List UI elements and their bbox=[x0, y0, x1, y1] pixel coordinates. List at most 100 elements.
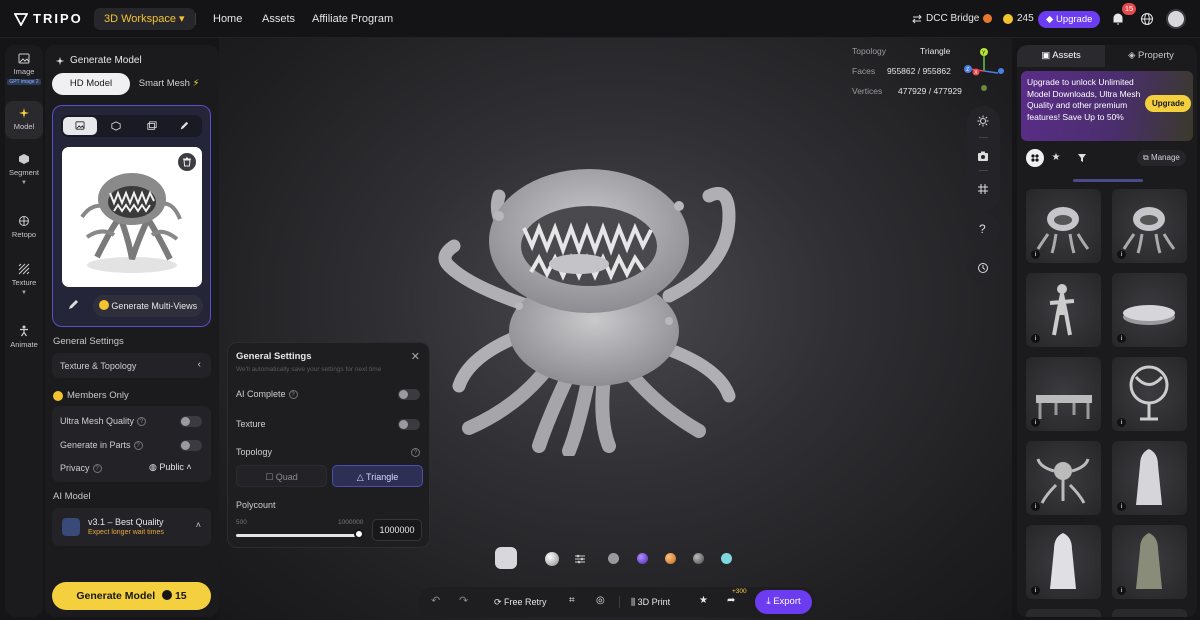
ai-complete-toggle[interactable] bbox=[398, 389, 420, 400]
info-icon[interactable]: i bbox=[1117, 586, 1126, 595]
asset-tile[interactable]: i bbox=[1026, 525, 1101, 599]
help-icon[interactable]: ? bbox=[92, 464, 102, 474]
credits-display[interactable]: 245 bbox=[1003, 13, 1034, 24]
matcap-dark-button[interactable] bbox=[693, 553, 704, 564]
share-icon[interactable]: ➦ bbox=[727, 595, 735, 606]
info-icon[interactable]: i bbox=[1031, 334, 1040, 343]
grid-icon[interactable] bbox=[977, 183, 989, 195]
general-settings-heading: General Settings bbox=[53, 336, 124, 347]
nav-affiliate[interactable]: Affiliate Program bbox=[312, 13, 393, 25]
asset-tile[interactable] bbox=[1026, 609, 1101, 617]
edit-image-icon[interactable] bbox=[67, 299, 79, 311]
matcap-gray-button[interactable] bbox=[608, 553, 619, 564]
texture-topology-row[interactable]: Texture & Topology ‹ bbox=[52, 353, 211, 378]
globe-icon[interactable] bbox=[1140, 12, 1154, 26]
filter-all-button[interactable] bbox=[1026, 149, 1044, 167]
upgrade-button[interactable]: ◆ Upgrade bbox=[1038, 11, 1101, 28]
texture-preview-button[interactable] bbox=[495, 547, 517, 569]
info-icon[interactable]: i bbox=[1117, 250, 1126, 259]
dcc-bridge-button[interactable]: DCC Bridge bbox=[912, 13, 993, 24]
light-icon[interactable] bbox=[977, 115, 989, 127]
generate-multi-views-button[interactable]: Generate Multi-Views bbox=[93, 295, 203, 317]
rail-item-image[interactable]: Image GPT image 2 bbox=[5, 53, 43, 85]
delete-image-button[interactable] bbox=[178, 153, 196, 171]
multi-view-mode-button[interactable] bbox=[99, 117, 133, 135]
redo-icon[interactable]: ↷ bbox=[459, 594, 468, 607]
generate-parts-toggle[interactable] bbox=[180, 440, 202, 451]
tab-assets[interactable]: ▣ Assets bbox=[1017, 45, 1105, 67]
rail-item-segment[interactable]: Segment ▼ bbox=[5, 153, 43, 186]
star-icon[interactable]: ★ bbox=[1047, 149, 1065, 167]
asset-tile[interactable]: i bbox=[1026, 273, 1101, 347]
nav-assets[interactable]: Assets bbox=[262, 13, 295, 25]
user-avatar[interactable] bbox=[1166, 9, 1186, 29]
ai-model-heading: AI Model bbox=[53, 491, 91, 502]
rail-item-retopo[interactable]: Retopo bbox=[5, 215, 43, 239]
sliders-icon[interactable] bbox=[574, 553, 586, 565]
help-icon[interactable]: ? bbox=[288, 390, 298, 400]
close-icon[interactable]: ✕ bbox=[411, 350, 420, 363]
history-button[interactable] bbox=[967, 252, 1000, 285]
ultra-mesh-toggle[interactable] bbox=[180, 416, 202, 427]
camera-icon[interactable] bbox=[977, 150, 989, 162]
ai-model-select[interactable]: v3.1 – Best Quality Expect longer wait t… bbox=[52, 508, 211, 546]
asset-tile[interactable]: i bbox=[1026, 357, 1101, 431]
single-image-mode-button[interactable] bbox=[63, 117, 97, 135]
uploaded-image-thumbnail[interactable] bbox=[62, 147, 202, 287]
tab-property[interactable]: ◈ Property bbox=[1105, 45, 1197, 67]
info-icon[interactable]: i bbox=[1117, 502, 1126, 511]
matcap-cyan-button[interactable] bbox=[721, 553, 732, 564]
info-icon[interactable]: i bbox=[1031, 418, 1040, 427]
asset-tile[interactable]: i bbox=[1112, 525, 1187, 599]
generate-model-button[interactable]: Generate Model 15 bbox=[52, 582, 211, 610]
star-icon[interactable]: ★ bbox=[699, 595, 708, 606]
nav-home[interactable]: Home bbox=[213, 13, 242, 25]
help-icon[interactable]: ? bbox=[411, 448, 420, 457]
gift-icon[interactable]: ⌗ bbox=[569, 595, 575, 606]
asset-tile[interactable]: i bbox=[1112, 273, 1187, 347]
filter-icon[interactable] bbox=[1073, 149, 1091, 167]
promo-upgrade-button[interactable]: Upgrade bbox=[1145, 95, 1192, 112]
polycount-slider-track[interactable] bbox=[236, 534, 360, 537]
rail-item-model[interactable]: Model bbox=[5, 101, 43, 139]
topology-quad-button[interactable]: ☐ Quad bbox=[236, 465, 327, 487]
axis-gizmo[interactable]: Y Z X bbox=[960, 45, 1008, 93]
workspace-dropdown[interactable]: 3D Workspace ▾ bbox=[94, 8, 195, 30]
logo[interactable]: TRIPO bbox=[14, 11, 83, 26]
info-icon[interactable]: i bbox=[1031, 502, 1040, 511]
asset-tile[interactable]: i bbox=[1026, 441, 1101, 515]
polycount-slider-handle[interactable] bbox=[354, 529, 364, 539]
privacy-select[interactable]: ◍ Public ˄ bbox=[149, 462, 192, 473]
tab-hd-model[interactable]: HD Model bbox=[52, 73, 130, 95]
help-icon[interactable]: ? bbox=[133, 441, 143, 451]
export-button[interactable]: ⤓ Export bbox=[755, 590, 812, 614]
rail-item-texture[interactable]: Texture ▼ bbox=[5, 263, 43, 296]
help-icon[interactable]: ? bbox=[137, 417, 147, 427]
info-icon[interactable]: i bbox=[1117, 334, 1126, 343]
info-icon[interactable]: i bbox=[1117, 418, 1126, 427]
help-button[interactable]: ? bbox=[967, 213, 1000, 246]
bell-icon[interactable] bbox=[1111, 12, 1125, 26]
asset-tile[interactable]: i bbox=[1026, 189, 1101, 263]
asset-tile[interactable]: i bbox=[1112, 357, 1187, 431]
asset-tile[interactable] bbox=[1112, 609, 1187, 617]
batch-mode-button[interactable] bbox=[135, 117, 169, 135]
manage-button[interactable]: ⧉ Manage bbox=[1137, 150, 1186, 166]
clay-material-button[interactable] bbox=[545, 552, 559, 566]
rail-item-animate[interactable]: Animate bbox=[5, 325, 43, 349]
texture-toggle[interactable] bbox=[398, 419, 420, 430]
matcap-purple-button[interactable] bbox=[637, 553, 648, 564]
tab-smart-mesh[interactable]: Smart Mesh ⚡ bbox=[130, 73, 208, 95]
polycount-input[interactable]: 1000000 bbox=[372, 519, 422, 541]
view-icon[interactable]: ◎ bbox=[596, 595, 605, 606]
info-icon[interactable]: i bbox=[1031, 250, 1040, 259]
matcap-orange-button[interactable] bbox=[665, 553, 676, 564]
sketch-mode-button[interactable] bbox=[167, 117, 201, 135]
undo-icon[interactable]: ↶ bbox=[431, 594, 440, 607]
3d-print-button[interactable]: ⫼ 3D Print bbox=[631, 597, 670, 608]
asset-tile[interactable]: i bbox=[1112, 189, 1187, 263]
asset-tile[interactable]: i bbox=[1112, 441, 1187, 515]
info-icon[interactable]: i bbox=[1031, 586, 1040, 595]
free-retry-button[interactable]: ⟳ Free Retry bbox=[494, 597, 547, 608]
topology-triangle-button[interactable]: △ Triangle bbox=[332, 465, 423, 487]
